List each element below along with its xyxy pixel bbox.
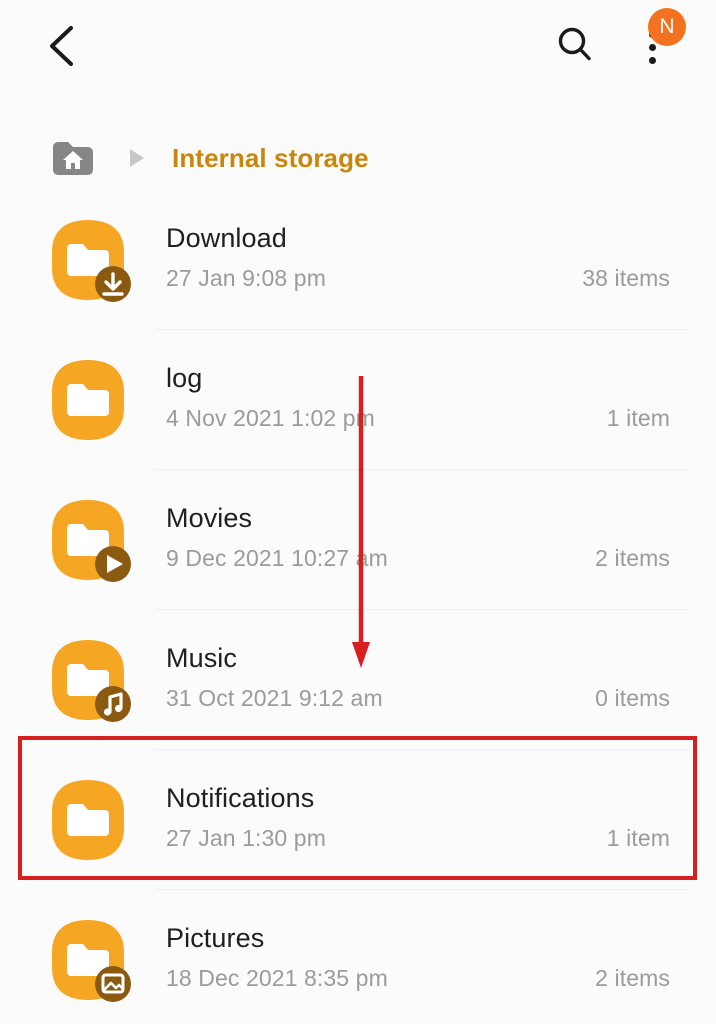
folder-icon-pictures — [44, 916, 132, 1004]
list-item[interactable]: Music 31 Oct 2021 9:12 am 0 items — [0, 610, 716, 750]
list-item-title: Music — [166, 642, 237, 674]
list-item-date: 4 Nov 2021 1:02 pm — [166, 404, 375, 432]
list-item-notifications[interactable]: Notifications 27 Jan 1:30 pm 1 item — [0, 750, 716, 890]
search-button[interactable] — [546, 18, 604, 76]
folder-home-icon[interactable] — [50, 138, 96, 178]
list-item-title: Notifications — [166, 782, 314, 814]
folder-icon-log — [44, 356, 132, 444]
back-button[interactable] — [34, 20, 90, 76]
list-item-date: 27 Jan 1:30 pm — [166, 824, 326, 852]
folder-icon-music — [44, 636, 132, 724]
folder-icon-download — [44, 216, 132, 304]
app-bar: N — [0, 0, 716, 100]
list-item-count: 2 items — [595, 964, 670, 992]
triangle-right-icon — [124, 145, 150, 171]
list-item-title: Pictures — [166, 922, 264, 954]
list-item-date: 27 Jan 9:08 pm — [166, 264, 326, 292]
list-item-count: 2 items — [595, 544, 670, 572]
list-item[interactable]: log 4 Nov 2021 1:02 pm 1 item — [0, 330, 716, 470]
breadcrumb-label[interactable]: Internal storage — [172, 143, 369, 174]
chevron-left-icon — [45, 23, 79, 74]
search-icon — [555, 25, 595, 70]
notification-badge[interactable]: N — [648, 8, 686, 46]
folder-list: Download 27 Jan 9:08 pm 38 items log 4 N… — [0, 190, 716, 1024]
list-item[interactable]: Download 27 Jan 9:08 pm 38 items — [0, 190, 716, 330]
list-item[interactable]: Pictures 18 Dec 2021 8:35 pm 2 items — [0, 890, 716, 1024]
list-item-count: 1 item — [607, 824, 670, 852]
list-item-date: 31 Oct 2021 9:12 am — [166, 684, 383, 712]
file-manager-screen: N Internal storage — [0, 0, 716, 1024]
breadcrumb: Internal storage — [0, 128, 716, 188]
list-item-title: Download — [166, 222, 287, 254]
list-item-title: log — [166, 362, 202, 394]
notification-badge-label: N — [659, 15, 674, 39]
list-item-date: 18 Dec 2021 8:35 pm — [166, 964, 388, 992]
list-item-count: 0 items — [595, 684, 670, 712]
folder-icon-movies — [44, 496, 132, 584]
list-item-title: Movies — [166, 502, 252, 534]
list-item-count: 1 item — [607, 404, 670, 432]
list-item[interactable]: Movies 9 Dec 2021 10:27 am 2 items — [0, 470, 716, 610]
list-item-count: 38 items — [582, 264, 670, 292]
list-item-date: 9 Dec 2021 10:27 am — [166, 544, 388, 572]
folder-icon-notifications — [44, 776, 132, 864]
